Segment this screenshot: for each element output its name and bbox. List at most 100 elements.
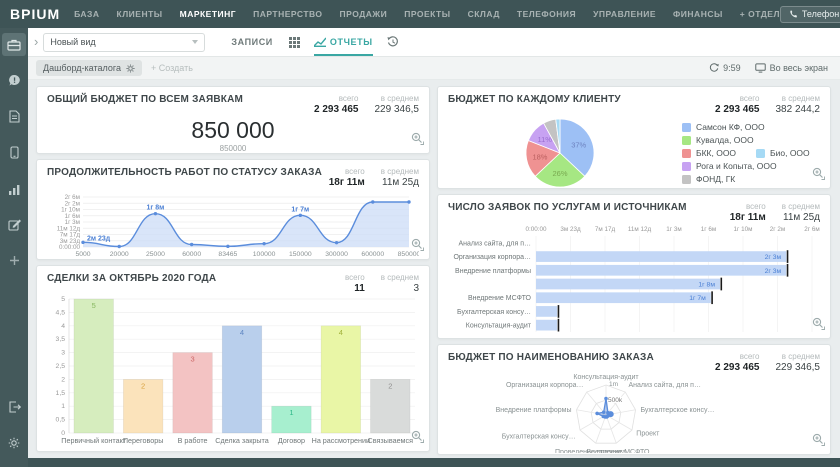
card-stats: всего18г 11м в среднем11м 25д: [730, 202, 820, 223]
refresh-time: 9:59: [723, 63, 741, 73]
zoom-in-icon[interactable]: [411, 238, 424, 256]
card-order-budget: БЮДЖЕТ ПО НАИМЕНОВАНИЮ ЗАКАЗА всего2 293…: [437, 344, 831, 455]
stat-average-label: в среднем: [381, 94, 419, 103]
legend-item: Рога и Копыта, ООО: [682, 161, 777, 171]
svg-text:Связываемся: Связываемся: [368, 436, 414, 445]
svg-text:3м 23д: 3м 23д: [60, 238, 81, 245]
sidebar-item-plus-icon[interactable]: [2, 249, 26, 272]
refresh-control[interactable]: 9:59: [709, 63, 741, 73]
svg-text:4: 4: [240, 328, 244, 337]
svg-text:2: 2: [61, 376, 65, 383]
svg-text:5: 5: [92, 301, 96, 310]
view-select-value: Новый вид: [50, 37, 95, 47]
card-stats: всего2 293 465 в среднем382 244,2: [715, 94, 820, 115]
svg-text:25000: 25000: [146, 251, 165, 258]
svg-text:100000: 100000: [253, 251, 276, 258]
nav-item-база[interactable]: БАЗА: [74, 9, 99, 19]
grid-view-icon[interactable]: [289, 37, 300, 48]
reports-chart-icon: [314, 37, 326, 47]
phone-button-label: Телефон: [802, 9, 839, 19]
svg-text:1г 7м: 1г 7м: [689, 295, 706, 302]
svg-text:0:00:00: 0:00:00: [59, 244, 81, 251]
svg-text:1г 6м: 1г 6м: [701, 226, 716, 233]
nav-item-продажи[interactable]: ПРОДАЖИ: [340, 9, 388, 19]
svg-text:3,5: 3,5: [56, 336, 66, 343]
svg-text:2: 2: [388, 381, 392, 390]
svg-text:Внедрение платформы: Внедрение платформы: [455, 268, 531, 275]
card-stats: всего11 в среднем3: [345, 273, 419, 294]
dashboard-toolbar: Дашборд-каталога + Создать 9:59: [28, 57, 840, 80]
card-total-budget: ОБЩИЙ БЮДЖЕТ ПО ВСЕМ ЗАЯВКАМ всего2 293 …: [36, 86, 430, 154]
fullscreen-button[interactable]: Во весь экран: [755, 63, 828, 73]
app-root: BPIUM БАЗА КЛИЕНТЫ МАРКЕТИНГ ПАРТНЕРСТВО ПРО…: [0, 0, 840, 467]
history-icon[interactable]: [387, 36, 399, 48]
total-budget-value: 850 000: [47, 117, 419, 144]
svg-text:7м 17д: 7м 17д: [60, 232, 81, 239]
stat-total-value: 18г 11м: [329, 177, 365, 188]
stat-average-value: 11м 25д: [783, 212, 820, 223]
stat-total-label: всего: [740, 94, 760, 103]
nav-item-финансы[interactable]: ФИНАНСЫ: [673, 9, 723, 19]
collapse-chevron-icon[interactable]: ›: [34, 34, 38, 49]
svg-text:1m: 1m: [609, 381, 618, 388]
stat-total-value: 2 293 465: [715, 362, 760, 373]
tab-reports[interactable]: ОТЧЕТЫ: [314, 28, 373, 56]
svg-text:Организация корпора…: Организация корпора…: [453, 254, 531, 261]
duration-area-chart: 0:00:003м 23д7м 17д11м 12д1г 3м1г 6м1г 1…: [47, 188, 419, 258]
view-select[interactable]: Новый вид: [43, 33, 205, 52]
sidebar-item-document-icon[interactable]: [2, 105, 26, 128]
nav-item-телефония[interactable]: ТЕЛЕФОНИЯ: [517, 9, 576, 19]
nav-item-проекты[interactable]: ПРОЕКТЫ: [404, 9, 450, 19]
svg-text:2,5: 2,5: [56, 363, 66, 370]
dashboard-tag[interactable]: Дашборд-каталога: [36, 60, 142, 76]
svg-text:2г 6м: 2г 6м: [65, 194, 80, 201]
tag-gear-icon[interactable]: [126, 64, 135, 73]
svg-text:4,5: 4,5: [56, 309, 66, 316]
tab-records[interactable]: ЗАПИСИ: [231, 37, 273, 47]
card-stats: всего2 293 465 в среднем229 346,5: [314, 94, 419, 115]
sidebar-item-edit-icon[interactable]: [2, 213, 26, 236]
sidebar-item-chat-alert-icon[interactable]: [2, 69, 26, 92]
nav-item-склад[interactable]: СКЛАД: [468, 9, 500, 19]
nav-item-клиенты[interactable]: КЛИЕНТЫ: [117, 9, 163, 19]
svg-text:18%: 18%: [532, 152, 547, 161]
zoom-in-icon[interactable]: [812, 317, 825, 335]
sidebar-item-chart-icon[interactable]: [2, 177, 26, 200]
svg-text:Анализ сайта, для п…: Анализ сайта, для п…: [628, 381, 701, 389]
svg-text:1г 3м: 1г 3м: [65, 219, 80, 226]
client-budget-pie-chart: 37%26%18%11%: [448, 115, 666, 189]
zoom-in-icon[interactable]: [411, 430, 424, 448]
svg-text:0:00:00: 0:00:00: [525, 226, 547, 233]
app-logo[interactable]: BPIUM: [0, 6, 74, 22]
svg-text:11м 12д: 11м 12д: [628, 226, 652, 233]
card-title: ОБЩИЙ БЮДЖЕТ ПО ВСЕМ ЗАЯВКАМ: [47, 94, 243, 105]
svg-text:В работе: В работе: [178, 436, 208, 445]
zoom-in-icon[interactable]: [812, 433, 825, 451]
nav-item-управление[interactable]: УПРАВЛЕНИЕ: [593, 9, 656, 19]
svg-text:1г 10м: 1г 10м: [734, 226, 753, 233]
svg-text:60000: 60000: [182, 251, 201, 258]
sidebar-item-gear-icon[interactable]: [2, 431, 26, 454]
nav-item-партнерство[interactable]: ПАРТНЕРСТВО: [253, 9, 322, 19]
card-title: ЧИСЛО ЗАЯВОК ПО УСЛУГАМ И ИСТОЧНИКАМ: [448, 202, 687, 213]
phone-button[interactable]: Телефон: [780, 6, 840, 23]
zoom-in-icon[interactable]: [812, 167, 825, 185]
top-nav: БАЗА КЛИЕНТЫ МАРКЕТИНГ ПАРТНЕРСТВО ПРОДАЖИ ПР…: [74, 9, 780, 19]
svg-text:Договор: Договор: [278, 436, 305, 445]
stat-average-label: в среднем: [381, 167, 419, 176]
stat-average-value: 3: [413, 283, 419, 294]
sidebar-item-briefcase-icon[interactable]: [2, 33, 26, 56]
stat-average-value: 229 346,5: [776, 362, 821, 373]
nav-item-маркетинг[interactable]: МАРКЕТИНГ: [180, 9, 237, 19]
svg-text:3м 23д: 3м 23д: [560, 226, 581, 233]
nav-item--отдел[interactable]: + ОТДЕЛ: [740, 9, 780, 19]
legend-item: Самсон КФ, ООО: [682, 122, 765, 132]
content: › Новый вид ЗАПИСИ О: [28, 28, 840, 458]
deals-bar-chart: 00,511,522,533,544,555Первичный контакт2…: [47, 294, 419, 446]
stat-average-value: 229 346,5: [375, 104, 420, 115]
create-button[interactable]: + Создать: [151, 63, 193, 73]
zoom-in-icon[interactable]: [411, 132, 424, 150]
legend-swatch: [756, 149, 765, 158]
sidebar-item-mobile-icon[interactable]: [2, 141, 26, 164]
sidebar-item-export-icon[interactable]: [2, 395, 26, 418]
